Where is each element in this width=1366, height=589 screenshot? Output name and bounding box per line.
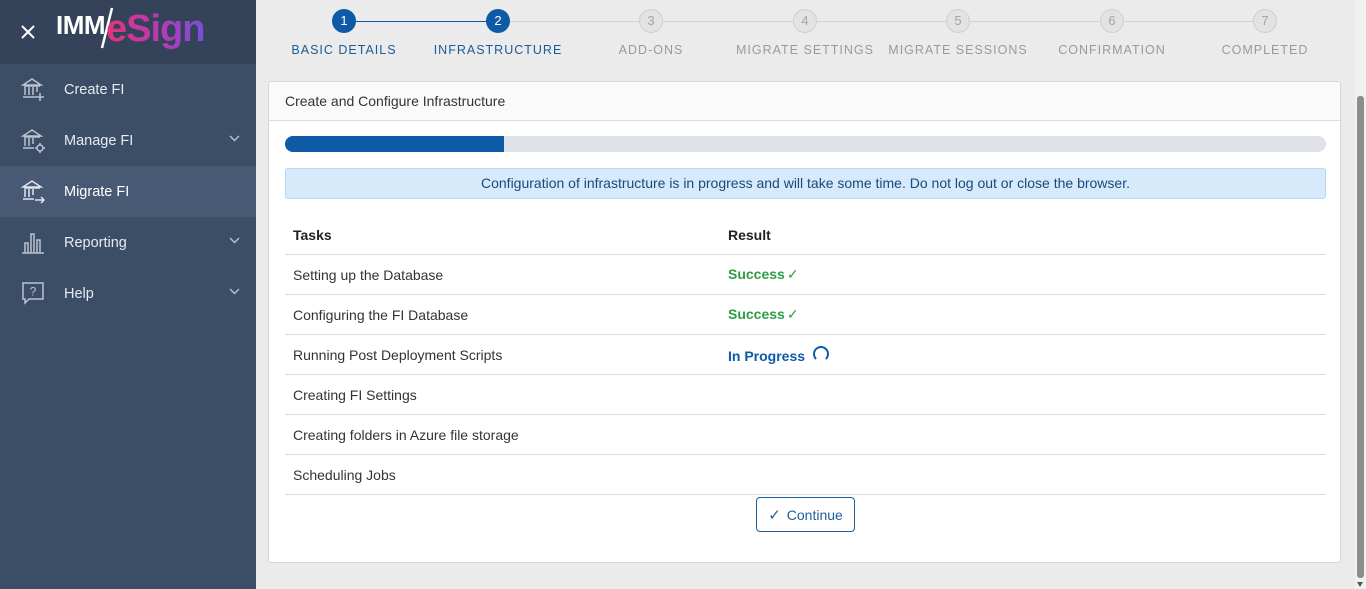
spinner-icon bbox=[813, 345, 830, 362]
step-number: 4 bbox=[793, 9, 817, 33]
logo: IMM eSign bbox=[56, 0, 226, 64]
step-number: 1 bbox=[332, 9, 356, 33]
sidebar-item-label: Reporting bbox=[64, 234, 127, 251]
page-scrollbar[interactable] bbox=[1355, 0, 1366, 589]
step-migrate-settings: 4 MIGRATE SETTINGS bbox=[730, 0, 880, 57]
task-result bbox=[720, 454, 1326, 495]
scrollbar-thumb[interactable] bbox=[1357, 96, 1364, 578]
brand-bar: IMM eSign bbox=[0, 0, 256, 64]
sidebar: IMM eSign Create FI Manage FI Migrate FI… bbox=[0, 0, 256, 589]
progress-bar-fill bbox=[285, 136, 504, 152]
tasks-table: Tasks Result Setting up the Database Suc… bbox=[285, 215, 1326, 495]
svg-text:?: ? bbox=[30, 285, 37, 299]
help-icon: ? bbox=[22, 282, 44, 305]
task-result: Success ✓ bbox=[720, 294, 1326, 335]
step-infrastructure: 2 INFRASTRUCTURE bbox=[423, 0, 573, 57]
continue-button-label: Continue bbox=[786, 506, 843, 523]
sidebar-item-reporting[interactable]: Reporting bbox=[0, 217, 256, 268]
column-header-tasks: Tasks bbox=[285, 215, 720, 255]
table-row: Running Post Deployment Scripts In Progr… bbox=[285, 334, 1326, 375]
table-row: Scheduling Jobs bbox=[285, 454, 1326, 495]
sidebar-item-manage-fi[interactable]: Manage FI bbox=[0, 115, 256, 166]
checkmark-icon: ✓ bbox=[786, 306, 799, 322]
result-status: In Progress bbox=[728, 347, 806, 364]
task-result bbox=[720, 414, 1326, 455]
step-migrate-sessions: 5 MIGRATE SESSIONS bbox=[883, 0, 1033, 57]
task-name: Running Post Deployment Scripts bbox=[285, 334, 720, 375]
sidebar-item-label: Create FI bbox=[64, 81, 125, 98]
step-number: 7 bbox=[1253, 9, 1277, 33]
table-header-row: Tasks Result bbox=[285, 215, 1326, 255]
progress-bar bbox=[285, 136, 1326, 152]
bank-gear-icon bbox=[20, 129, 45, 153]
step-label: MIGRATE SETTINGS bbox=[736, 43, 874, 57]
bar-chart-icon bbox=[22, 233, 44, 254]
wizard-stepper: 1 BASIC DETAILS 2 INFRASTRUCTURE 3 ADD-O… bbox=[268, 0, 1343, 70]
task-name: Creating FI Settings bbox=[285, 374, 720, 415]
result-status: Success bbox=[728, 266, 785, 282]
logo-imm: IMM bbox=[56, 10, 106, 40]
step-label: CONFIRMATION bbox=[1058, 43, 1166, 57]
chevron-down-icon bbox=[229, 288, 240, 295]
table-row: Creating folders in Azure file storage bbox=[285, 414, 1326, 455]
task-result bbox=[720, 374, 1326, 415]
sidebar-item-help[interactable]: ? Help bbox=[0, 268, 256, 319]
task-name: Creating folders in Azure file storage bbox=[285, 414, 720, 455]
task-result: In Progress bbox=[720, 334, 1326, 375]
step-label: MIGRATE SESSIONS bbox=[888, 43, 1028, 57]
step-number: 6 bbox=[1100, 9, 1124, 33]
checkmark-icon: ✓ bbox=[786, 266, 799, 282]
sidebar-item-label: Manage FI bbox=[64, 132, 134, 149]
step-add-ons: 3 ADD-ONS bbox=[576, 0, 726, 57]
result-status: Success bbox=[728, 306, 785, 322]
column-header-result: Result bbox=[720, 215, 1326, 255]
scroll-down-arrow-icon[interactable] bbox=[1357, 582, 1363, 587]
step-label: ADD-ONS bbox=[618, 43, 684, 57]
infrastructure-panel: Create and Configure Infrastructure Conf… bbox=[268, 81, 1341, 563]
sidebar-item-create-fi[interactable]: Create FI bbox=[0, 64, 256, 115]
step-label: COMPLETED bbox=[1221, 43, 1309, 57]
chevron-down-icon bbox=[229, 135, 240, 142]
task-name: Scheduling Jobs bbox=[285, 454, 720, 495]
step-completed: 7 COMPLETED bbox=[1190, 0, 1340, 57]
step-confirmation: 6 CONFIRMATION bbox=[1037, 0, 1187, 57]
step-basic-details: 1 BASIC DETAILS bbox=[269, 0, 419, 57]
panel-title: Create and Configure Infrastructure bbox=[269, 82, 1340, 121]
sidebar-item-label: Help bbox=[64, 285, 94, 302]
task-name: Setting up the Database bbox=[285, 254, 720, 295]
bank-arrow-icon bbox=[20, 180, 46, 204]
table-row: Setting up the Database Success ✓ bbox=[285, 254, 1326, 295]
logo-esign: eSign bbox=[106, 8, 205, 50]
info-alert: Configuration of infrastructure is in pr… bbox=[285, 168, 1326, 199]
step-label: BASIC DETAILS bbox=[291, 43, 397, 57]
task-result: Success ✓ bbox=[720, 254, 1326, 295]
chevron-down-icon bbox=[229, 237, 240, 244]
continue-button[interactable]: ✓ Continue bbox=[756, 497, 855, 532]
step-number: 3 bbox=[639, 9, 663, 33]
step-number: 5 bbox=[946, 9, 970, 33]
close-icon[interactable] bbox=[0, 0, 56, 64]
step-number: 2 bbox=[486, 9, 510, 33]
sidebar-item-label: Migrate FI bbox=[64, 183, 130, 200]
task-name: Configuring the FI Database bbox=[285, 294, 720, 335]
table-row: Configuring the FI Database Success ✓ bbox=[285, 294, 1326, 335]
checkmark-icon: ✓ bbox=[768, 506, 781, 524]
step-label: INFRASTRUCTURE bbox=[433, 43, 563, 57]
sidebar-item-migrate-fi[interactable]: Migrate FI bbox=[0, 166, 256, 217]
bank-plus-icon bbox=[20, 78, 44, 101]
table-row: Creating FI Settings bbox=[285, 374, 1326, 415]
